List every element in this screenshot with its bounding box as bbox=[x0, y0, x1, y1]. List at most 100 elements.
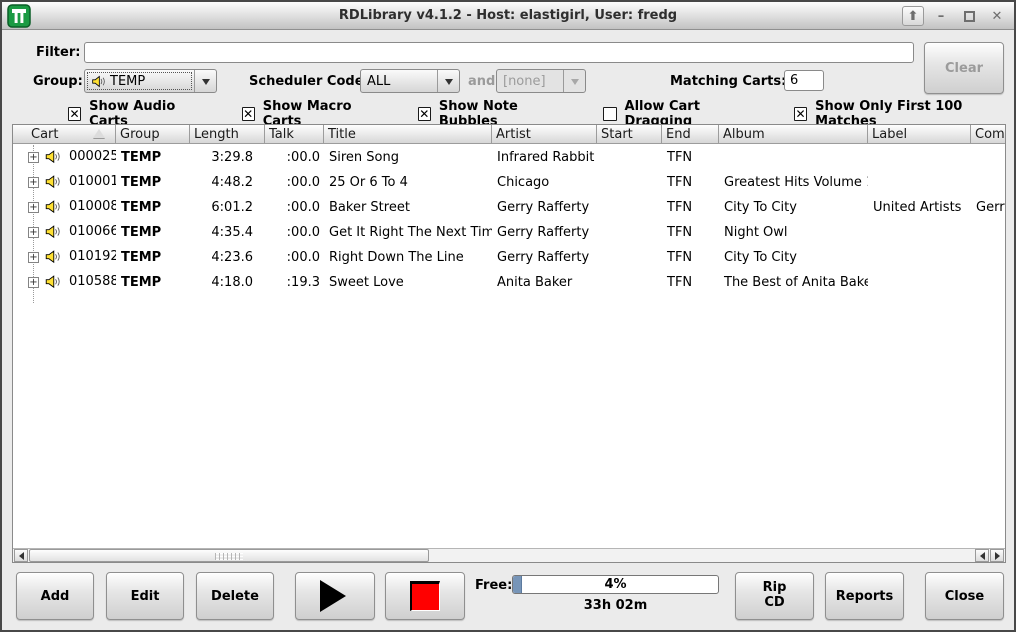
scroll-left-icon[interactable] bbox=[14, 549, 28, 562]
talk-cell: :00.0 bbox=[265, 250, 324, 265]
free-percent: 4% bbox=[513, 577, 718, 592]
cart-number: 010008 bbox=[69, 199, 116, 214]
title-cell: Baker Street bbox=[324, 200, 492, 215]
play-button[interactable] bbox=[295, 572, 375, 620]
column-header-length[interactable]: Length bbox=[190, 125, 265, 144]
free-space-progressbar: 4% bbox=[512, 575, 719, 594]
column-header-title[interactable]: Title bbox=[324, 125, 492, 144]
column-label: Label bbox=[872, 127, 907, 142]
cart-cell: +010588 bbox=[13, 270, 116, 295]
delete-button[interactable]: Delete bbox=[196, 572, 274, 620]
group-cell: TEMP bbox=[116, 175, 190, 190]
filter-label: Filter: bbox=[36, 45, 80, 60]
table-row[interactable]: +000025TEMP3:29.8:00.0Siren SongInfrared… bbox=[13, 145, 1005, 170]
talk-cell: :00.0 bbox=[265, 225, 324, 240]
scrollbar-thumb[interactable] bbox=[29, 549, 429, 562]
artist-cell: Chicago bbox=[492, 175, 597, 190]
cart-cell: +000025 bbox=[13, 145, 116, 170]
rdlibrary-window: RDLibrary v4.1.2 - Host: elastigirl, Use… bbox=[0, 0, 1016, 632]
cart-number: 010192 bbox=[69, 249, 116, 264]
expand-icon[interactable]: + bbox=[28, 177, 39, 188]
cart-number: 010001 bbox=[69, 174, 116, 189]
table-row[interactable]: +010066TEMP4:35.4:00.0Get It Right The N… bbox=[13, 220, 1005, 245]
expand-icon[interactable]: + bbox=[28, 202, 39, 213]
shade-button[interactable]: ⬆ bbox=[902, 6, 924, 26]
column-label: Composer bbox=[975, 127, 1005, 142]
stop-button[interactable] bbox=[385, 572, 465, 620]
cart-number: 010588 bbox=[69, 274, 116, 289]
minimize-button[interactable]: – bbox=[930, 6, 952, 26]
table-row[interactable]: +010001TEMP4:48.2:00.025 Or 6 To 4Chicag… bbox=[13, 170, 1005, 195]
group-cell: TEMP bbox=[116, 250, 190, 265]
cart-cell: +010008 bbox=[13, 195, 116, 220]
expand-icon[interactable]: + bbox=[28, 252, 39, 263]
length-cell: 3:29.8 bbox=[190, 150, 265, 165]
artist-cell: Gerry Rafferty bbox=[492, 200, 597, 215]
scheduler-codes2-value: [none] bbox=[503, 74, 546, 89]
column-header-composer[interactable]: Composer bbox=[971, 125, 1005, 144]
scroll-left-icon[interactable] bbox=[975, 549, 989, 562]
titlebar[interactable]: RDLibrary v4.1.2 - Host: elastigirl, Use… bbox=[2, 2, 1014, 30]
artist-cell: Gerry Rafferty bbox=[492, 250, 597, 265]
reports-button[interactable]: Reports bbox=[825, 572, 904, 620]
sort-ascending-icon bbox=[93, 129, 105, 138]
album-cell: City To City bbox=[719, 200, 868, 215]
maximize-button[interactable] bbox=[958, 6, 980, 26]
length-cell: 4:23.6 bbox=[190, 250, 265, 265]
table-row[interactable]: +010588TEMP4:18.0:19.3Sweet LoveAnita Ba… bbox=[13, 270, 1005, 295]
group-label: Group: bbox=[33, 74, 83, 89]
column-header-talk[interactable]: Talk bbox=[265, 125, 324, 144]
scheduler-codes-select[interactable]: ALL bbox=[360, 69, 460, 93]
scheduler-codes-value: ALL bbox=[367, 74, 390, 89]
edit-button[interactable]: Edit bbox=[106, 572, 184, 620]
scroll-right-icon[interactable] bbox=[990, 549, 1004, 562]
column-header-cart[interactable]: Cart bbox=[13, 125, 116, 144]
table-row[interactable]: +010192TEMP4:23.6:00.0Right Down The Lin… bbox=[13, 245, 1005, 270]
close-button[interactable]: Close bbox=[925, 572, 1004, 620]
speaker-icon bbox=[44, 199, 60, 214]
end-cell: TFN bbox=[662, 275, 719, 290]
title-cell: Right Down The Line bbox=[324, 250, 492, 265]
scheduler-codes-label: Scheduler Codes: bbox=[249, 74, 376, 89]
cart-table: CartGroupLengthTalk Title Artist Start End Al… bbox=[12, 124, 1006, 563]
column-header-end[interactable]: End bbox=[662, 125, 719, 144]
column-header-label[interactable]: Label bbox=[868, 125, 971, 144]
expand-icon[interactable]: + bbox=[28, 227, 39, 238]
clear-button[interactable]: Clear bbox=[924, 42, 1004, 94]
cart-cell: +010192 bbox=[13, 245, 116, 270]
length-cell: 4:35.4 bbox=[190, 225, 265, 240]
add-button[interactable]: Add bbox=[16, 572, 94, 620]
column-header-album[interactable]: Album bbox=[719, 125, 868, 144]
group-value: TEMP bbox=[110, 74, 145, 89]
checkbox-box[interactable]: ✕ bbox=[68, 107, 81, 121]
checkbox-box[interactable] bbox=[603, 107, 616, 121]
column-header-artist[interactable]: Artist bbox=[492, 125, 597, 144]
group-select[interactable]: TEMP bbox=[84, 69, 217, 93]
label-cell: United Artists bbox=[868, 200, 971, 215]
free-time: 33h 02m bbox=[512, 598, 719, 613]
table-row[interactable]: +010008TEMP6:01.2:00.0Baker StreetGerry … bbox=[13, 195, 1005, 220]
checkbox-box[interactable]: ✕ bbox=[794, 107, 807, 121]
play-icon bbox=[320, 580, 362, 612]
column-label: Title bbox=[328, 127, 356, 142]
expand-icon[interactable]: + bbox=[28, 277, 39, 288]
column-header-start[interactable]: Start bbox=[597, 125, 662, 144]
speaker-icon bbox=[91, 75, 106, 88]
matching-carts-input[interactable] bbox=[784, 70, 824, 91]
column-header-group[interactable]: Group bbox=[116, 125, 190, 144]
free-label: Free: bbox=[475, 578, 512, 593]
rivendell-logo-icon bbox=[7, 4, 31, 28]
maximize-icon bbox=[964, 11, 975, 22]
expand-icon[interactable]: + bbox=[28, 152, 39, 163]
composer-cell: Gerry bbox=[971, 200, 1005, 215]
filter-input[interactable] bbox=[84, 42, 914, 63]
rip-cd-button[interactable]: Rip CD bbox=[735, 572, 814, 620]
column-label: Album bbox=[723, 127, 765, 142]
checkbox-box[interactable]: ✕ bbox=[242, 107, 255, 121]
column-label: Start bbox=[601, 127, 633, 142]
table-body: +000025TEMP3:29.8:00.0Siren SongInfrared… bbox=[13, 145, 1005, 548]
chevron-down-icon bbox=[194, 70, 216, 92]
checkbox-box[interactable]: ✕ bbox=[418, 107, 431, 121]
close-window-button[interactable]: ✕ bbox=[986, 6, 1008, 26]
horizontal-scrollbar[interactable] bbox=[13, 548, 1005, 562]
